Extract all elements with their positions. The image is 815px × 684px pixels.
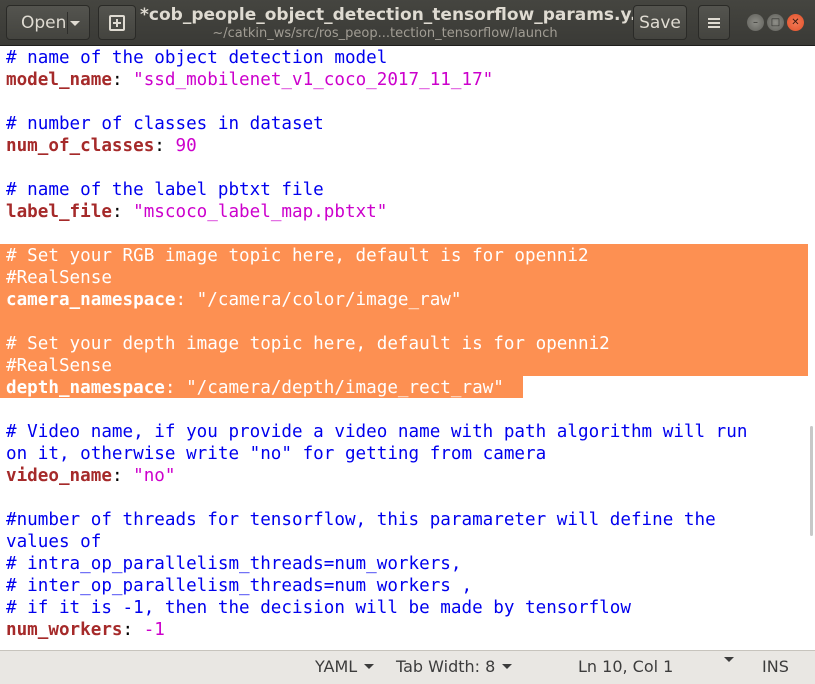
code-line: video_name: "no" xyxy=(6,466,176,486)
code-line: #number of threads for tensorflow, this … xyxy=(6,510,716,530)
code-line: # Video name, if you provide a video nam… xyxy=(6,422,748,442)
close-button[interactable]: ✕ xyxy=(787,14,804,31)
maximize-icon: □ xyxy=(770,16,781,28)
window-subtitle: ~/catkin_ws/src/ros_peop...tection_tenso… xyxy=(212,26,558,41)
maximize-button[interactable]: □ xyxy=(767,14,784,31)
close-icon: ✕ xyxy=(791,16,800,28)
language-selector[interactable]: YAML xyxy=(315,657,375,676)
new-document-icon xyxy=(109,14,125,31)
code-line: # number of classes in dataset xyxy=(6,114,324,134)
code-line: # name of the object detection model xyxy=(6,48,388,68)
code-line: label_file: "mscoco_label_map.pbtxt" xyxy=(6,202,388,222)
code-line: # inter_op_parallelism_threads=num worke… xyxy=(6,576,473,596)
code-line: # Set your depth image topic here, defau… xyxy=(6,334,610,354)
scrollbar-thumb[interactable] xyxy=(810,426,813,536)
code-line: values of xyxy=(6,532,102,552)
position-dropdown[interactable] xyxy=(717,657,734,662)
text-editor[interactable]: # name of the object detection model mod… xyxy=(0,46,808,650)
tab-width-selector[interactable]: Tab Width: 8 xyxy=(396,657,513,676)
insert-mode-label: INS xyxy=(762,657,789,676)
minimize-icon: – xyxy=(753,16,758,28)
open-label: Open xyxy=(21,12,67,33)
chevron-down-icon xyxy=(724,657,734,662)
code-line: # intra_op_parallelism_threads=num_worke… xyxy=(6,554,462,574)
open-separator xyxy=(67,12,68,34)
status-bar: YAML Tab Width: 8 Ln 10, Col 1 INS xyxy=(0,650,815,684)
code-line: model_name: "ssd_mobilenet_v1_coco_2017_… xyxy=(6,70,494,90)
code-line: #RealSense xyxy=(6,268,112,288)
save-button[interactable]: Save xyxy=(633,5,687,40)
open-button[interactable]: Open xyxy=(6,5,90,40)
language-label: YAML xyxy=(315,657,358,676)
selection-highlight xyxy=(0,310,808,332)
selection-highlight xyxy=(0,354,808,376)
code-line: # Set your RGB image topic here, default… xyxy=(6,246,589,266)
header-bar: Open *cob_people_object_detection_tensor… xyxy=(0,0,815,46)
cursor-position-label: Ln 10, Col 1 xyxy=(578,657,674,676)
chevron-down-icon xyxy=(364,664,375,669)
new-document-button[interactable] xyxy=(98,5,136,40)
vertical-scrollbar[interactable] xyxy=(808,46,815,650)
selection-highlight xyxy=(0,266,808,288)
chevron-down-icon xyxy=(502,664,513,669)
hamburger-icon xyxy=(708,16,720,30)
code-line: # name of the label pbtxt file xyxy=(6,180,324,200)
code-line: on it, otherwise write "no" for getting … xyxy=(6,444,547,464)
code-line: camera_namespace: "/camera/color/image_r… xyxy=(6,290,462,310)
code-line: num_workers: -1 xyxy=(6,620,165,640)
menu-button[interactable] xyxy=(698,5,730,40)
code-line: depth_namespace: "/camera/depth/image_re… xyxy=(6,378,504,398)
code-line: num_of_classes: 90 xyxy=(6,136,197,156)
window-title: *cob_people_object_detection_tensorflow_… xyxy=(140,5,650,25)
insert-mode[interactable]: INS xyxy=(762,657,789,676)
cursor-position[interactable]: Ln 10, Col 1 xyxy=(578,657,673,676)
tab-width-label: Tab Width: 8 xyxy=(396,657,496,676)
code-line: # if it is -1, then the decision will be… xyxy=(6,598,631,618)
chevron-down-icon[interactable] xyxy=(70,21,80,26)
minimize-button[interactable]: – xyxy=(747,14,764,31)
code-line: #RealSense xyxy=(6,356,112,376)
